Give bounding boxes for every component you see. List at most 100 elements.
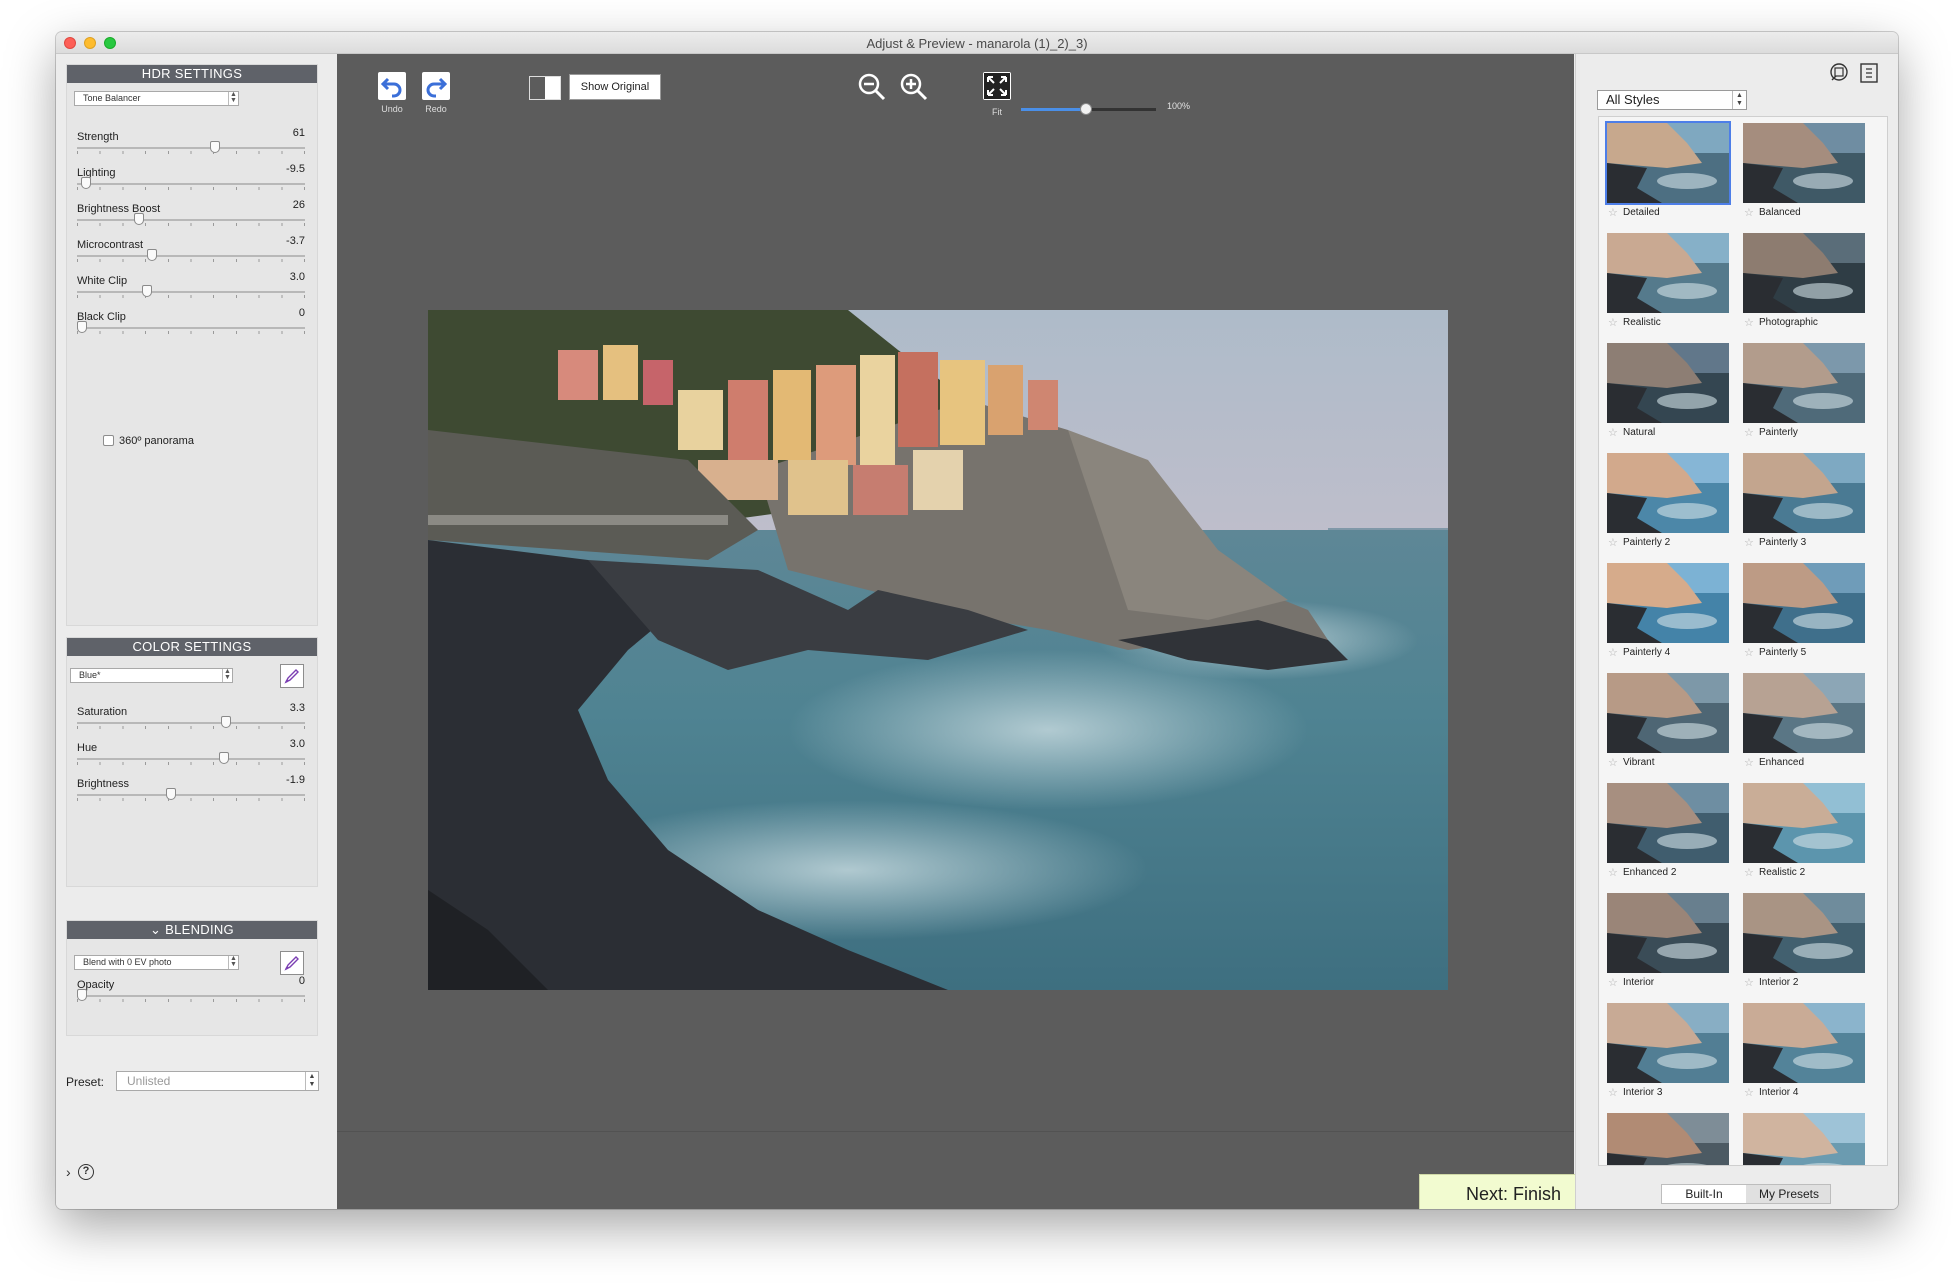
star-icon[interactable]: ☆ [1744, 423, 1754, 443]
help-icon[interactable]: ? [78, 1164, 94, 1180]
style-thumbnail[interactable] [1607, 673, 1729, 753]
slider-thumb[interactable] [209, 141, 220, 153]
star-icon[interactable]: ☆ [1744, 863, 1754, 883]
star-icon[interactable]: ☆ [1744, 203, 1754, 223]
slider-thumb[interactable] [77, 321, 87, 333]
slider-track[interactable] [77, 183, 305, 185]
style-tile[interactable]: ☆ Photographic [1743, 233, 1865, 333]
style-thumbnail[interactable] [1743, 233, 1865, 313]
slider-track[interactable] [77, 758, 305, 760]
style-tile[interactable]: ☆ Painterly [1743, 343, 1865, 443]
preset-dropdown[interactable]: Unlisted ▲ ▼ [116, 1071, 319, 1091]
style-thumbnail[interactable] [1605, 121, 1731, 205]
style-thumbnail[interactable] [1607, 1003, 1729, 1083]
redo-button[interactable] [422, 72, 450, 100]
slider-brightness-boost[interactable]: Brightness Boost 26 [77, 195, 305, 231]
zoom-out-button[interactable] [857, 72, 887, 102]
slider-saturation[interactable]: Saturation 3.3 [77, 698, 305, 734]
style-tile[interactable]: ☆ Enhanced 2 [1607, 783, 1729, 883]
slider-hue[interactable]: Hue 3.0 [77, 734, 305, 770]
style-thumbnail[interactable] [1607, 453, 1729, 533]
star-icon[interactable]: ☆ [1608, 1083, 1618, 1103]
style-tile[interactable]: ☆ Interior [1607, 893, 1729, 993]
star-icon[interactable]: ☆ [1608, 203, 1618, 223]
style-thumbnail[interactable] [1743, 453, 1865, 533]
style-tile[interactable]: ☆ Detailed [1605, 121, 1731, 223]
slider-track[interactable] [77, 722, 305, 724]
star-icon[interactable]: ☆ [1744, 753, 1754, 773]
style-thumbnail[interactable] [1743, 783, 1865, 863]
style-thumbnail[interactable] [1743, 343, 1865, 423]
star-icon[interactable]: ☆ [1608, 753, 1618, 773]
style-thumbnail[interactable] [1743, 673, 1865, 753]
slider-track[interactable] [77, 327, 305, 329]
slider-track[interactable] [77, 291, 305, 293]
style-tile[interactable]: ☆ Vibrant [1607, 673, 1729, 773]
save-preset-button[interactable] [1828, 62, 1850, 84]
star-icon[interactable]: ☆ [1608, 533, 1618, 553]
slider-track[interactable] [77, 794, 305, 796]
star-icon[interactable]: ☆ [1608, 863, 1618, 883]
hdr-method-dropdown[interactable]: Tone Balancer ▲ ▼ [74, 91, 239, 106]
show-original-button[interactable]: Show Original [569, 74, 661, 100]
slider-microcontrast[interactable]: Microcontrast -3.7 [77, 231, 305, 267]
zoom-in-button[interactable] [899, 72, 929, 102]
color-brush-button[interactable] [280, 664, 304, 688]
zoom-slider[interactable] [1021, 103, 1156, 115]
style-grid[interactable]: ☆ Detailed ☆ Balanced ☆ Realistic ☆ Photographi… [1598, 116, 1888, 1166]
style-tile[interactable]: ☆ Painterly 2 [1607, 453, 1729, 553]
preview-image[interactable] [428, 310, 1448, 990]
style-tile[interactable]: ☆ Painterly 4 [1607, 563, 1729, 663]
slider-lighting[interactable]: Lighting -9.5 [77, 159, 305, 195]
slider-track[interactable] [77, 219, 305, 221]
style-tile[interactable]: ☆ Enhanced [1743, 673, 1865, 773]
style-thumbnail[interactable] [1743, 123, 1865, 203]
style-thumbnail[interactable] [1607, 1113, 1729, 1165]
tab-built-in[interactable]: Built-In [1662, 1185, 1746, 1203]
slider-thumb[interactable] [220, 716, 231, 728]
style-tile[interactable]: ☆ Painterly 3 [1743, 453, 1865, 553]
star-icon[interactable]: ☆ [1744, 973, 1754, 993]
star-icon[interactable]: ☆ [1744, 313, 1754, 333]
style-thumbnail[interactable] [1607, 343, 1729, 423]
style-thumbnail[interactable] [1607, 563, 1729, 643]
style-tile[interactable] [1607, 1113, 1729, 1165]
slider-track[interactable] [77, 147, 305, 149]
undo-button[interactable] [378, 72, 406, 100]
style-tile[interactable]: ☆ Painterly 5 [1743, 563, 1865, 663]
fit-button[interactable] [983, 72, 1011, 100]
slider-brightness[interactable]: Brightness -1.9 [77, 770, 305, 806]
style-thumbnail[interactable] [1743, 893, 1865, 973]
slider-thumb[interactable] [218, 752, 229, 764]
style-tile[interactable]: ☆ Realistic 2 [1743, 783, 1865, 883]
slider-track[interactable] [77, 995, 305, 997]
star-icon[interactable]: ☆ [1608, 313, 1618, 333]
style-tile[interactable]: ☆ Balanced [1743, 123, 1865, 223]
style-thumbnail[interactable] [1743, 1003, 1865, 1083]
chevron-right-icon[interactable]: › [66, 1164, 71, 1180]
panorama-checkbox[interactable] [103, 435, 114, 446]
slider-white-clip[interactable]: White Clip 3.0 [77, 267, 305, 303]
tab-my-presets[interactable]: My Presets [1747, 1185, 1831, 1203]
style-thumbnail[interactable] [1743, 563, 1865, 643]
compare-toggle-icon[interactable] [529, 76, 561, 100]
style-thumbnail[interactable] [1607, 783, 1729, 863]
blend-mode-dropdown[interactable]: Blend with 0 EV photo ▲ ▼ [74, 955, 239, 970]
slider-thumb[interactable] [146, 249, 157, 261]
slider-opacity[interactable]: Opacity 0 [77, 971, 305, 1007]
style-tile[interactable]: ☆ Interior 2 [1743, 893, 1865, 993]
slider-thumb[interactable] [77, 989, 87, 1001]
slider-black-clip[interactable]: Black Clip 0 [77, 303, 305, 339]
star-icon[interactable]: ☆ [1744, 643, 1754, 663]
slider-thumb[interactable] [133, 213, 144, 225]
style-thumbnail[interactable] [1607, 893, 1729, 973]
color-channel-dropdown[interactable]: Blue* ▲ ▼ [70, 668, 233, 683]
style-tile[interactable]: ☆ Realistic [1607, 233, 1729, 333]
style-tile[interactable] [1743, 1113, 1865, 1165]
style-thumbnail[interactable] [1607, 233, 1729, 313]
star-icon[interactable]: ☆ [1608, 423, 1618, 443]
slider-strength[interactable]: Strength 61 [77, 123, 305, 159]
star-icon[interactable]: ☆ [1608, 973, 1618, 993]
blending-header[interactable]: ⌄ BLENDING [67, 921, 317, 939]
slider-track[interactable] [77, 255, 305, 257]
